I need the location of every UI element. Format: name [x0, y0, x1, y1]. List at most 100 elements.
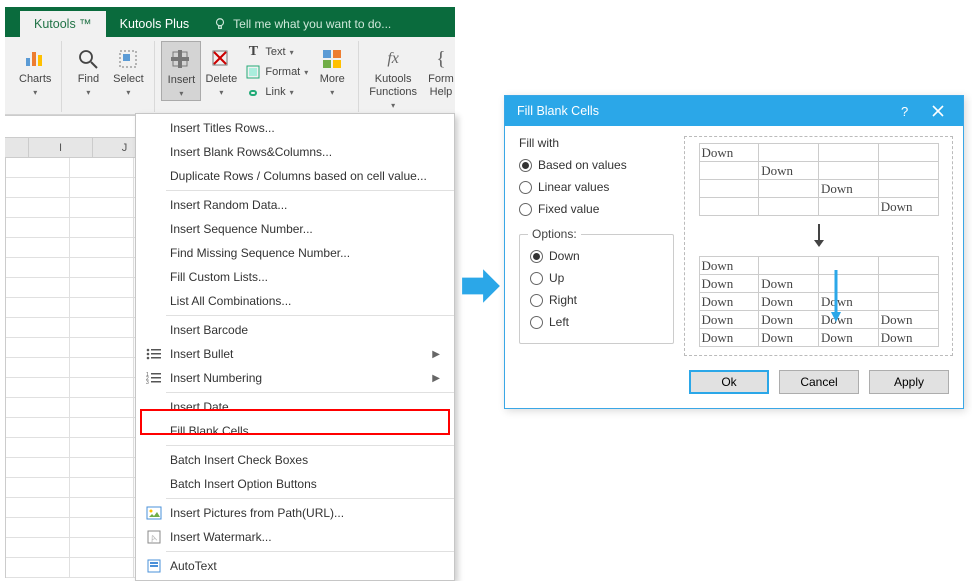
col-header-i[interactable]: I — [29, 138, 93, 157]
select-icon — [116, 47, 140, 71]
format-label: Format — [265, 66, 300, 78]
menu-insert-titles-rows[interactable]: Insert Titles Rows... — [136, 116, 454, 140]
radio-icon — [530, 316, 543, 329]
fill-blank-cells-dialog: Fill Blank Cells ? Fill with Based on va… — [504, 95, 964, 409]
menu-insert-barcode[interactable]: Insert Barcode — [136, 318, 454, 342]
charts-button[interactable]: Charts▾ — [15, 41, 55, 99]
select-label: Select — [113, 73, 144, 85]
menu-label: Batch Insert Option Buttons — [170, 477, 440, 491]
kfunc-label-1: Kutools — [375, 73, 412, 85]
menu-find-missing-sequence[interactable]: Find Missing Sequence Number... — [136, 241, 454, 265]
close-icon — [932, 105, 944, 117]
menu-label: Insert Random Data... — [170, 198, 440, 212]
menu-label: Insert Blank Rows&Columns... — [170, 145, 440, 159]
menu-label: Insert Date... — [170, 400, 440, 414]
menu-label: Insert Pictures from Path(URL)... — [170, 506, 440, 520]
radio-icon — [519, 181, 532, 194]
radio-up[interactable]: Up — [530, 267, 663, 289]
help-button[interactable]: ? — [887, 100, 921, 122]
radio-label: Fixed value — [538, 202, 599, 216]
radio-icon — [519, 203, 532, 216]
menu-batch-insert-checkboxes[interactable]: Batch Insert Check Boxes — [136, 448, 454, 472]
chart-icon — [23, 47, 47, 71]
help-icon: ? — [898, 105, 910, 117]
radio-linear-values[interactable]: Linear values — [519, 176, 674, 198]
menu-fill-blank-cells[interactable]: Fill Blank Cells... — [136, 419, 454, 443]
radio-down[interactable]: Down — [530, 245, 663, 267]
svg-text:A: A — [149, 533, 158, 544]
formh-label-1: Form — [428, 73, 454, 85]
text-button[interactable]: TText ▾ — [243, 43, 310, 61]
delete-button[interactable]: Delete▾ — [201, 41, 241, 99]
menu-batch-insert-option-buttons[interactable]: Batch Insert Option Buttons — [136, 472, 454, 496]
menu-label: Insert Numbering — [170, 371, 432, 385]
dialog-buttons: Ok Cancel Apply — [505, 362, 963, 408]
menu-insert-watermark[interactable]: A Insert Watermark... — [136, 525, 454, 549]
menu-insert-bullet[interactable]: Insert Bullet▶ — [136, 342, 454, 366]
ok-button[interactable]: Ok — [689, 370, 769, 394]
menu-label: AutoText — [170, 559, 440, 573]
more-label: More — [320, 73, 345, 85]
preview-table-before: Down Down Down Down — [699, 143, 939, 216]
fx-icon: fx — [381, 47, 405, 71]
radio-based-on-values[interactable]: Based on values — [519, 154, 674, 176]
tell-me-box[interactable]: Tell me what you want to do... — [203, 17, 391, 37]
formula-helper-button[interactable]: { FormHelp — [421, 41, 461, 99]
find-label: Find — [78, 73, 99, 85]
magnifier-icon — [76, 47, 100, 71]
menu-label: Fill Custom Lists... — [170, 270, 440, 284]
menu-label: Fill Blank Cells... — [170, 424, 440, 438]
radio-icon — [530, 250, 543, 263]
radio-label: Down — [549, 249, 580, 263]
menu-autotext[interactable]: AutoText — [136, 554, 454, 578]
menu-label: Insert Sequence Number... — [170, 222, 440, 236]
menu-insert-blank-rows-cols[interactable]: Insert Blank Rows&Columns... — [136, 140, 454, 164]
tab-kutools-plus[interactable]: Kutools Plus — [106, 11, 203, 37]
radio-fixed-value[interactable]: Fixed value — [519, 198, 674, 220]
cancel-button[interactable]: Cancel — [779, 370, 859, 394]
text-icon: T — [245, 44, 261, 60]
menu-duplicate-rows-cols[interactable]: Duplicate Rows / Columns based on cell v… — [136, 164, 454, 188]
charts-label: Charts — [19, 73, 51, 85]
apply-button[interactable]: Apply — [869, 370, 949, 394]
options-label: Options: — [528, 227, 581, 241]
dialog-titlebar: Fill Blank Cells ? — [505, 96, 963, 126]
radio-label: Linear values — [538, 180, 609, 194]
menu-label: Duplicate Rows / Columns based on cell v… — [170, 169, 440, 183]
svg-text:?: ? — [901, 105, 908, 117]
menu-fill-custom-lists[interactable]: Fill Custom Lists... — [136, 265, 454, 289]
submenu-arrow-icon: ▶ — [432, 373, 440, 384]
ribbon-tabs: Kutools ™ Kutools Plus Tell me what you … — [5, 7, 455, 37]
menu-insert-sequence-number[interactable]: Insert Sequence Number... — [136, 217, 454, 241]
link-button[interactable]: Link ▾ — [243, 83, 310, 101]
menu-insert-date[interactable]: Insert Date... — [136, 395, 454, 419]
radio-label: Based on values — [538, 158, 627, 172]
menu-insert-pictures-from-path[interactable]: Insert Pictures from Path(URL)... — [136, 501, 454, 525]
menu-list-all-combinations[interactable]: List All Combinations... — [136, 289, 454, 313]
format-button[interactable]: Format ▾ — [243, 63, 310, 81]
svg-text:3: 3 — [146, 380, 149, 384]
more-button[interactable]: More▾ — [312, 41, 352, 99]
find-button[interactable]: Find▾ — [68, 41, 108, 99]
menu-label: List All Combinations... — [170, 294, 440, 308]
tab-kutools[interactable]: Kutools ™ — [20, 11, 106, 37]
kutools-functions-button[interactable]: fx KutoolsFunctions ▾ — [365, 41, 421, 112]
menu-label: Insert Barcode — [170, 323, 440, 337]
format-icon — [245, 64, 261, 80]
menu-label: Batch Insert Check Boxes — [170, 453, 440, 467]
menu-label: Insert Bullet — [170, 347, 432, 361]
delete-icon — [209, 47, 233, 71]
menu-label: Insert Titles Rows... — [170, 121, 440, 135]
menu-insert-numbering[interactable]: 123Insert Numbering▶ — [136, 366, 454, 390]
menu-label: Find Missing Sequence Number... — [170, 246, 440, 260]
radio-right[interactable]: Right — [530, 289, 663, 311]
menu-label: Insert Watermark... — [170, 530, 440, 544]
close-button[interactable] — [921, 100, 955, 122]
flow-arrow-icon — [460, 265, 502, 307]
dialog-title: Fill Blank Cells — [517, 104, 599, 118]
select-button[interactable]: Select▾ — [108, 41, 148, 99]
insert-button[interactable]: Insert▾ — [161, 41, 201, 101]
radio-left[interactable]: Left — [530, 311, 663, 333]
radio-label: Right — [549, 293, 577, 307]
menu-insert-random-data[interactable]: Insert Random Data... — [136, 193, 454, 217]
